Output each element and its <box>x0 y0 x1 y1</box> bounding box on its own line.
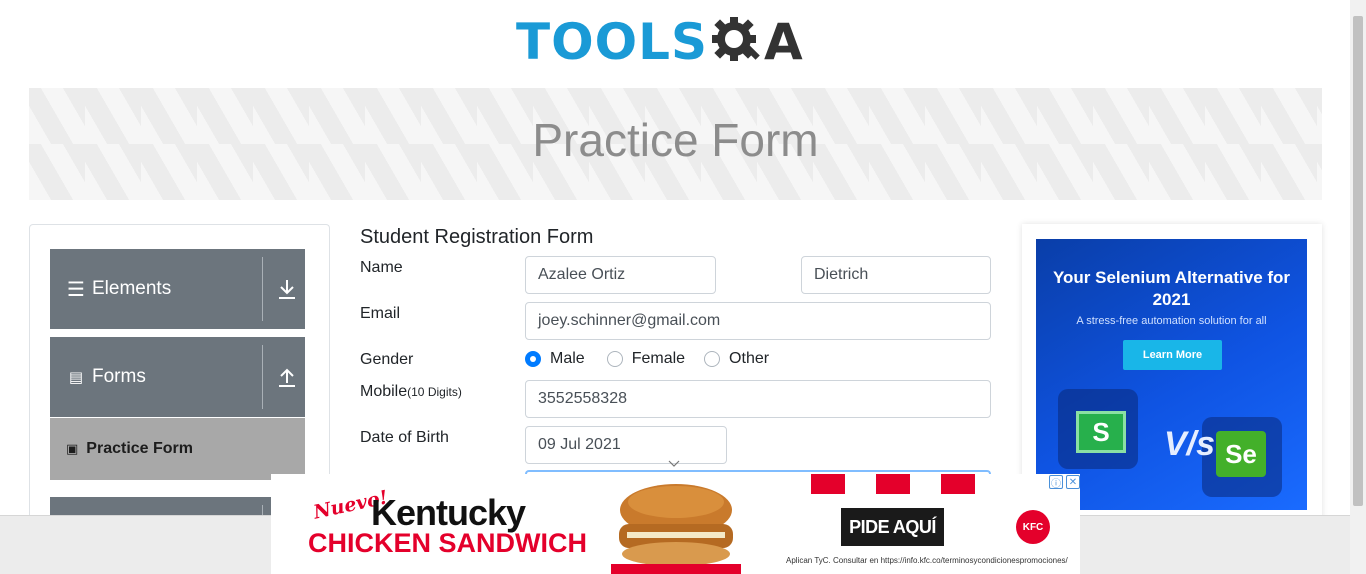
kfc-logo: KFC <box>1016 510 1050 544</box>
gender-option-male[interactable]: Male <box>525 350 585 368</box>
email-label: Email <box>360 305 401 322</box>
ad-headline: Your Selenium Alternative for 2021 <box>1052 268 1291 309</box>
ad-vs-text: V/s <box>1164 425 1216 463</box>
sidebar-group-label: Forms <box>92 366 146 387</box>
email-value: joey.schinner@gmail.com <box>538 312 721 329</box>
divider <box>262 345 263 409</box>
radio-other[interactable] <box>704 351 721 367</box>
selenium-alternative-ad[interactable]: Your Selenium Alternative for 2021 A str… <box>1036 239 1307 510</box>
selenium-logo: Se <box>1216 431 1266 477</box>
ad-info-icon[interactable]: ⓘ <box>1049 475 1063 490</box>
red-stripe <box>941 474 975 494</box>
sidebar-group-elements[interactable]: ☰ Elements <box>50 249 305 329</box>
radio-label: Male <box>550 350 585 367</box>
page-title: Practice Form <box>532 114 819 166</box>
logo-text-tools: TOOLS <box>516 13 708 71</box>
red-stripe <box>876 474 910 494</box>
scrollbar-thumb[interactable] <box>1353 16 1363 506</box>
ad-controls: ⓘ ✕ <box>1049 475 1080 490</box>
form-title: Student Registration Form <box>360 226 594 248</box>
page: TOOLS A Practice Form ☰ Elements ▤ Forms… <box>0 0 1366 574</box>
mobile-label: Mobile(10 Digits) <box>360 383 462 401</box>
download-arrow-icon <box>279 280 295 299</box>
last-name-input[interactable]: Dietrich <box>801 256 991 294</box>
first-name-input[interactable]: Azalee Ortiz <box>525 256 716 294</box>
toolsqa-logo[interactable]: TOOLS A <box>516 6 803 78</box>
radio-female[interactable] <box>606 351 623 367</box>
divider <box>262 257 263 321</box>
first-name-value: Azalee Ortiz <box>538 266 626 283</box>
gender-radio-group: Male Female Other <box>525 350 786 368</box>
email-input[interactable]: joey.schinner@gmail.com <box>525 302 991 340</box>
sidebar-group-forms[interactable]: ▤ Forms <box>50 337 305 417</box>
hamburger-icon: ☰ <box>67 278 85 301</box>
ad-subline: A stress-free automation solution for al… <box>1076 315 1267 327</box>
learn-more-button[interactable]: Learn More <box>1123 340 1222 370</box>
last-name-value: Dietrich <box>814 266 869 283</box>
name-label: Name <box>360 259 403 276</box>
sidebar-item-practice-form[interactable]: ▣ Practice Form <box>50 418 305 480</box>
sidebar-group-label: Elements <box>92 278 172 299</box>
mobile-hint: (10 Digits) <box>407 385 462 399</box>
red-stripe <box>811 474 845 494</box>
page-banner: Practice Form <box>29 88 1322 200</box>
document-icon: ▤ <box>68 369 84 386</box>
vertical-scrollbar[interactable] <box>1350 0 1366 574</box>
date-of-birth-input[interactable]: 09 Jul 2021 <box>525 426 727 464</box>
close-icon[interactable]: ✕ <box>1066 475 1080 489</box>
dob-value: 09 Jul 2021 <box>538 436 621 453</box>
upload-arrow-icon <box>279 368 295 387</box>
gender-option-other[interactable]: Other <box>704 350 769 368</box>
ad-legal-text: Aplican TyC. Consultar en https://info.k… <box>786 556 1068 565</box>
gender-option-female[interactable]: Female <box>606 350 686 368</box>
radio-male[interactable] <box>525 351 541 367</box>
mobile-value: 3552558328 <box>538 390 627 407</box>
dob-label: Date of Birth <box>360 429 449 446</box>
logo-text-a: A <box>764 13 803 71</box>
mobile-input[interactable]: 3552558328 <box>525 380 991 418</box>
pide-aqui-button[interactable]: PIDE AQUÍ <box>841 508 944 546</box>
sidebar-item-label: Practice Form <box>86 440 194 457</box>
ad-logo-left: S <box>1076 411 1126 453</box>
kfc-banner-ad[interactable]: Nuevo! Kentucky CHICKEN SANDWICH PIDE AQ… <box>271 474 1080 574</box>
chevron-down-icon[interactable] <box>668 460 680 468</box>
gear-magnifier-icon <box>712 17 760 61</box>
radio-label: Female <box>631 350 686 367</box>
burger-image-icon <box>611 484 741 574</box>
ad-chicken-sandwich-text: CHICKEN SANDWICH <box>308 528 587 558</box>
radio-label: Other <box>729 350 770 367</box>
mobile-label-text: Mobile <box>360 383 408 400</box>
form-icon: ▣ <box>66 441 79 456</box>
gender-label: Gender <box>360 351 414 368</box>
